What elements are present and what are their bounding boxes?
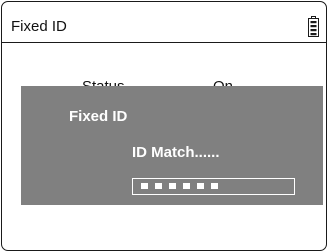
pin-dot: [169, 183, 176, 189]
id-entry-field[interactable]: [132, 178, 295, 195]
pin-dot: [183, 183, 190, 189]
device-screen: Fixed ID Status On Fixed ID ID Match....…: [1, 1, 327, 251]
pin-dot: [155, 183, 162, 189]
screen-title: Fixed ID: [11, 18, 67, 35]
pin-dot: [197, 183, 204, 189]
battery-icon: [308, 16, 319, 37]
fixed-id-dialog: Fixed ID ID Match......: [21, 86, 323, 205]
pin-dots: [141, 183, 218, 189]
pin-dot: [141, 183, 148, 189]
dialog-message: ID Match......: [132, 144, 220, 161]
title-bar: Fixed ID: [2, 2, 326, 43]
dialog-title: Fixed ID: [69, 108, 128, 125]
pin-dot: [211, 183, 218, 189]
